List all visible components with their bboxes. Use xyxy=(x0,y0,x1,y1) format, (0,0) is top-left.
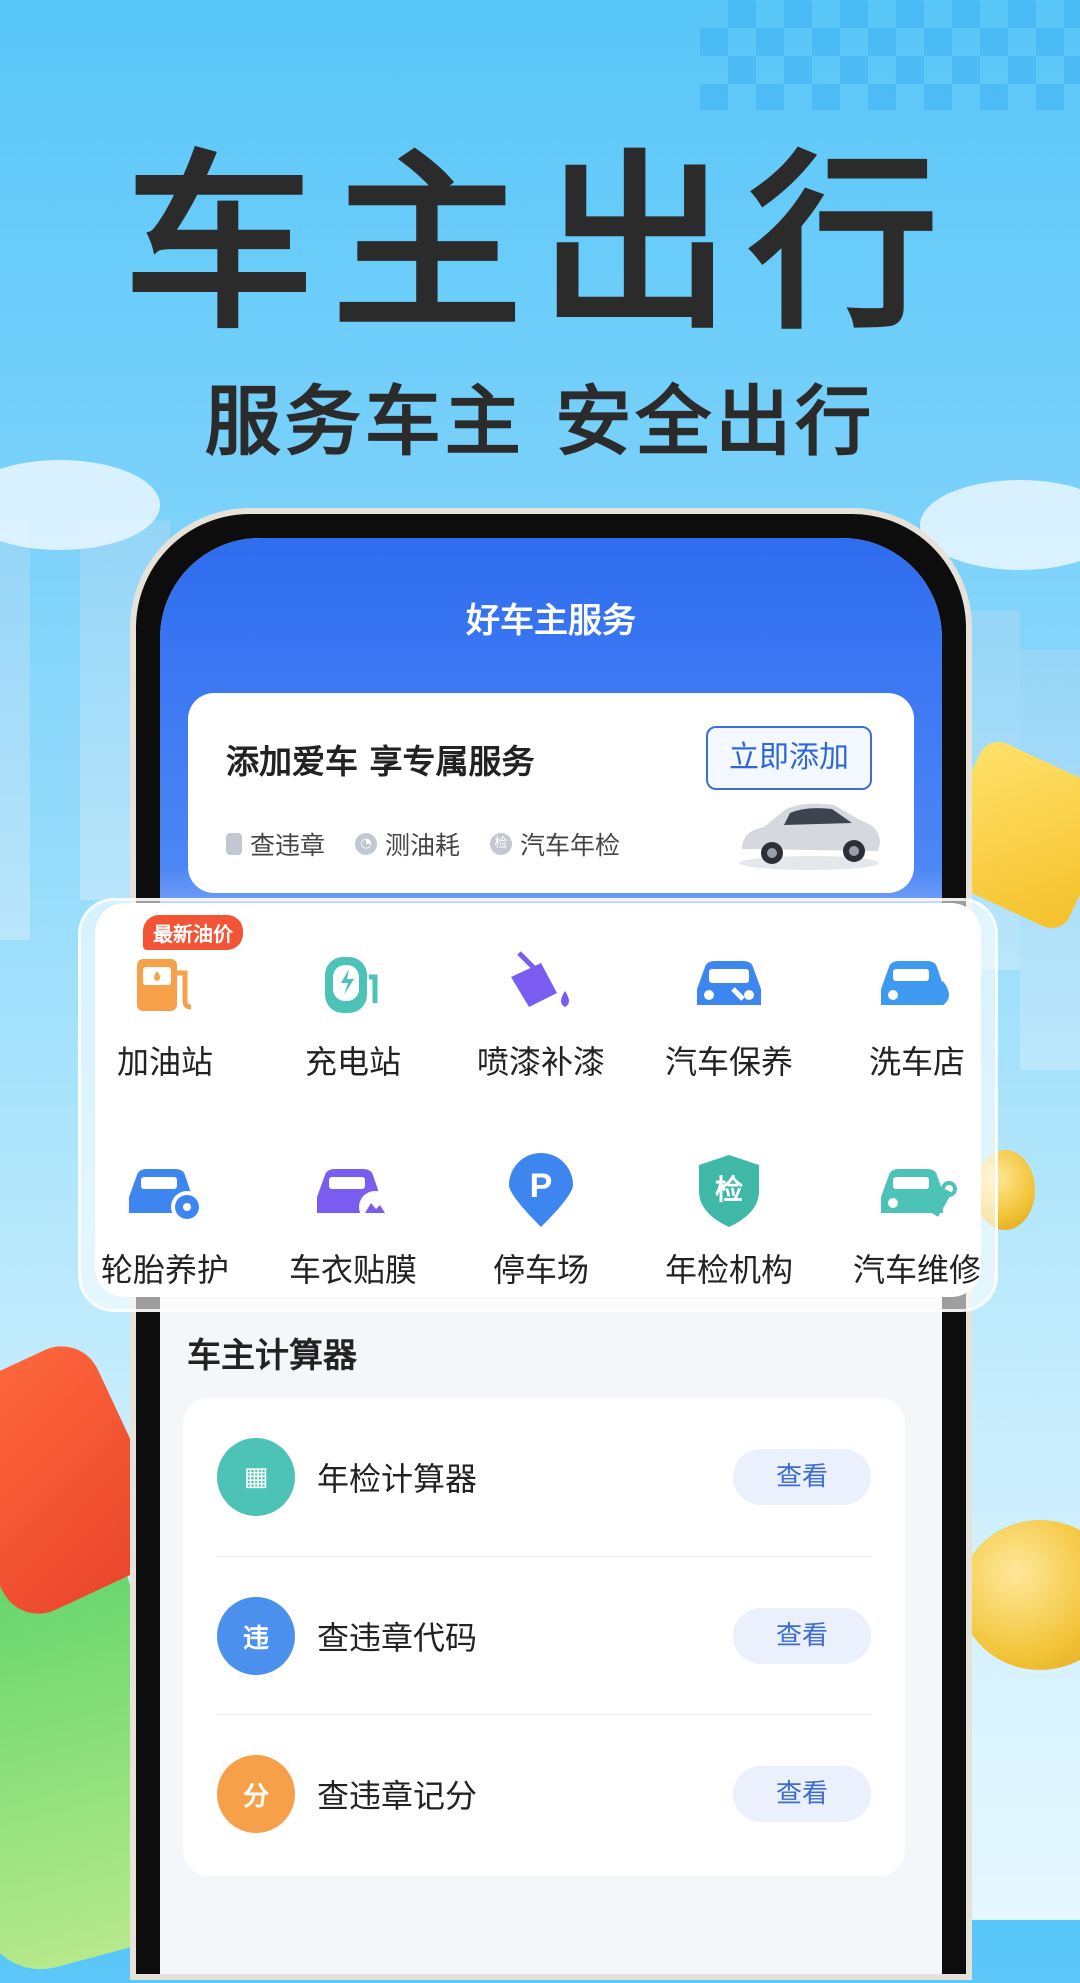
svg-text:P: P xyxy=(530,1167,553,1205)
car-wash-icon xyxy=(877,943,957,1023)
service-parking[interactable]: P 停车场 xyxy=(451,1151,631,1291)
view-button[interactable]: 查看 xyxy=(733,1766,871,1822)
service-label: 轮胎养护 xyxy=(100,1251,229,1289)
gas-station-icon xyxy=(125,943,205,1023)
calculator-row: ▦ 年检计算器 查看 xyxy=(217,1398,871,1556)
service-charging-station[interactable]: 充电站 xyxy=(263,943,443,1083)
calculator-row-label: 查违章记分 xyxy=(317,1777,478,1815)
add-car-title: 添加爱车 享专属服务 xyxy=(226,742,535,781)
hero-subtitle: 服务车主 安全出行 xyxy=(204,377,876,466)
service-label: 汽车保养 xyxy=(664,1043,793,1081)
add-car-tags: 查违章 ◔ 测油耗 检 汽车年检 xyxy=(226,826,620,862)
violation-code-icon: 违 xyxy=(217,1597,295,1675)
services-grid-inner: 最新油价 加油站 充电站 喷漆补漆 汽车保养 洗车店 轮胎养护 车衣贴膜 P 停… xyxy=(95,903,981,1297)
tag-violation[interactable]: 查违章 xyxy=(226,826,325,862)
services-grid: 最新油价 加油站 充电站 喷漆补漆 汽车保养 洗车店 轮胎养护 车衣贴膜 P 停… xyxy=(78,898,998,1312)
paint-bucket-icon xyxy=(501,943,581,1023)
tag-inspection[interactable]: 检 汽车年检 xyxy=(490,826,620,862)
calculator-title: 车主计算器 xyxy=(187,1336,357,1376)
calculator-icon: ▦ xyxy=(217,1438,295,1516)
calculator-row: 分 查违章记分 查看 xyxy=(217,1714,871,1873)
document-icon xyxy=(226,833,242,855)
calculator-row-label: 查违章代码 xyxy=(317,1619,478,1657)
service-label: 加油站 xyxy=(116,1043,213,1081)
service-gas-station[interactable]: 加油站 xyxy=(75,943,255,1083)
tag-label: 测油耗 xyxy=(385,831,461,860)
service-car-film[interactable]: 车衣贴膜 xyxy=(263,1151,443,1291)
view-button[interactable]: 查看 xyxy=(733,1449,871,1505)
tag-label: 查违章 xyxy=(250,831,326,860)
car-film-icon xyxy=(313,1151,393,1231)
calculator-row-label: 年检计算器 xyxy=(317,1460,478,1498)
building xyxy=(0,520,30,940)
screen-title: 好车主服务 xyxy=(466,601,636,641)
svg-text:检: 检 xyxy=(715,1173,743,1206)
gauge-icon: ◔ xyxy=(355,833,378,855)
charging-station-icon xyxy=(313,943,393,1023)
service-car-wash[interactable]: 洗车店 xyxy=(827,943,1007,1083)
car-maintenance-icon xyxy=(689,943,769,1023)
view-button[interactable]: 查看 xyxy=(733,1608,871,1664)
tag-label: 汽车年检 xyxy=(520,831,621,860)
service-label: 洗车店 xyxy=(868,1043,965,1081)
calculator-card: ▦ 年检计算器 查看 违 查违章代码 查看 分 查违章记分 查看 xyxy=(183,1398,905,1876)
calculator-row: 违 查违章代码 查看 xyxy=(217,1556,871,1715)
car-repair-icon xyxy=(877,1151,957,1231)
parking-icon: P xyxy=(501,1151,581,1231)
service-label: 车衣贴膜 xyxy=(288,1251,417,1289)
service-label: 充电站 xyxy=(304,1043,401,1081)
tag-fuel[interactable]: ◔ 测油耗 xyxy=(355,826,460,862)
service-inspection-agency[interactable]: 检 年检机构 xyxy=(639,1151,819,1291)
service-maintenance[interactable]: 汽车保养 xyxy=(639,943,819,1083)
service-car-repair[interactable]: 汽车维修 xyxy=(827,1151,1007,1291)
car-image xyxy=(739,803,880,870)
service-paint[interactable]: 喷漆补漆 xyxy=(451,943,631,1083)
service-tire-care[interactable]: 轮胎养护 xyxy=(75,1151,255,1291)
service-label: 停车场 xyxy=(492,1251,589,1289)
service-label: 年检机构 xyxy=(664,1251,793,1289)
service-label: 喷漆补漆 xyxy=(476,1043,605,1081)
service-label: 汽车维修 xyxy=(852,1251,981,1289)
inspection-agency-icon: 检 xyxy=(689,1151,769,1231)
coin-decoration xyxy=(960,1520,1080,1670)
checker-pattern xyxy=(700,0,1080,110)
tire-care-icon xyxy=(125,1151,205,1231)
hero-title: 车主出行 xyxy=(123,134,956,355)
violation-score-icon: 分 xyxy=(217,1755,295,1833)
add-car-button[interactable]: 立即添加 xyxy=(706,726,872,790)
add-car-card: 添加爱车 享专属服务 立即添加 查违章 ◔ 测油耗 检 汽车年检 xyxy=(188,693,914,893)
inspection-shield-icon: 检 xyxy=(490,833,513,855)
